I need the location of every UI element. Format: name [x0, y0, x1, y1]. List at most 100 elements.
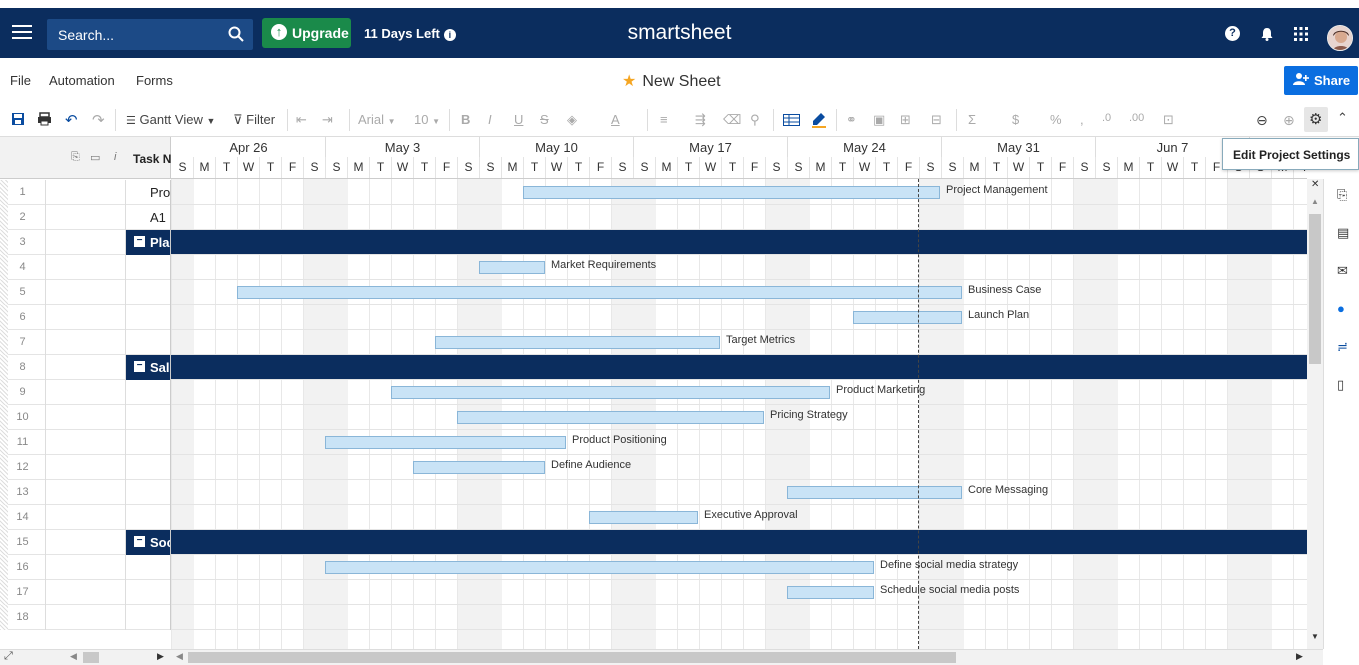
currency-icon[interactable]: $: [1012, 112, 1019, 127]
row-icon-cells[interactable]: [46, 330, 126, 355]
row-number[interactable]: 16: [0, 555, 46, 580]
table-row[interactable]: 15 −Social: [0, 530, 1307, 555]
increase-decimal-icon[interactable]: .00: [1129, 112, 1144, 124]
font-family-select[interactable]: Arial ▼: [358, 112, 396, 127]
row-number[interactable]: 4: [0, 255, 46, 280]
row-number[interactable]: 10: [0, 405, 46, 430]
favorite-star-icon[interactable]: ★: [622, 73, 636, 90]
row-number[interactable]: 18: [0, 605, 46, 630]
row-icon-cells[interactable]: [46, 505, 126, 530]
percent-icon[interactable]: %: [1050, 112, 1062, 127]
row-number[interactable]: 6: [0, 305, 46, 330]
user-avatar[interactable]: [1327, 25, 1353, 51]
gantt-toggle-icon[interactable]: [783, 114, 800, 126]
fill-color-icon[interactable]: ◈: [567, 112, 577, 128]
task-name-cell[interactable]: [126, 480, 171, 505]
row-number[interactable]: 13: [0, 480, 46, 505]
row-number[interactable]: 14: [0, 505, 46, 530]
row-number[interactable]: 3: [0, 230, 46, 255]
task-name-cell[interactable]: [126, 305, 171, 330]
task-name-cell[interactable]: A1: [126, 205, 171, 230]
table-row[interactable]: 17: [0, 580, 1307, 605]
summary-icon[interactable]: ▯: [1337, 377, 1344, 393]
close-gantt-icon[interactable]: ✕: [1311, 179, 1319, 190]
task-name-cell[interactable]: [126, 605, 171, 630]
task-name-cell[interactable]: [126, 405, 171, 430]
row-icon-cells[interactable]: [46, 205, 126, 230]
table-row[interactable]: 10: [0, 405, 1307, 430]
row-icon-cells[interactable]: [46, 280, 126, 305]
table-row[interactable]: 18: [0, 605, 1307, 630]
text-color-icon[interactable]: A: [611, 112, 620, 127]
task-name-cell[interactable]: [126, 580, 171, 605]
row-icon-cells[interactable]: [46, 230, 126, 255]
task-name-cell[interactable]: −Sales: [126, 355, 171, 380]
gantt-scroll-left-icon[interactable]: ◀: [176, 651, 183, 662]
table-row[interactable]: 5: [0, 280, 1307, 305]
grid-scroll-left-icon[interactable]: ◀: [70, 651, 77, 662]
row-number[interactable]: 8: [0, 355, 46, 380]
clear-format-icon[interactable]: ⌫: [723, 112, 741, 128]
expand-icon[interactable]: ⤢: [4, 650, 13, 663]
image-icon[interactable]: ▣: [873, 112, 885, 128]
collapse-toolbar-icon[interactable]: ⌃: [1337, 110, 1348, 126]
insert-row-icon[interactable]: ⊞: [900, 112, 911, 128]
bold-icon[interactable]: B: [461, 112, 470, 127]
underline-icon[interactable]: U: [514, 112, 523, 127]
vertical-scroll-thumb[interactable]: [1309, 214, 1321, 364]
print-icon[interactable]: [37, 112, 52, 126]
task-name-cell[interactable]: [126, 280, 171, 305]
outdent-icon[interactable]: ⇤: [296, 112, 307, 128]
strikethrough-icon[interactable]: S: [540, 112, 549, 127]
sum-icon[interactable]: Σ: [968, 112, 976, 127]
format-painter-icon[interactable]: ⚲: [750, 112, 760, 128]
table-row[interactable]: 11: [0, 430, 1307, 455]
table-row[interactable]: 14: [0, 505, 1307, 530]
table-row[interactable]: 13: [0, 480, 1307, 505]
menu-forms[interactable]: Forms: [136, 73, 173, 88]
table-row[interactable]: 16: [0, 555, 1307, 580]
task-name-cell[interactable]: [126, 430, 171, 455]
view-selector[interactable]: ☰ Gantt View ▼: [126, 112, 215, 127]
row-number[interactable]: 12: [0, 455, 46, 480]
row-icon-cells[interactable]: [46, 480, 126, 505]
task-name-cell[interactable]: [126, 555, 171, 580]
vertical-scrollbar[interactable]: ✕ ▲ ▼: [1307, 179, 1323, 649]
task-name-header[interactable]: Task Name: [133, 152, 171, 166]
grid-scroll-right-icon[interactable]: ▶: [157, 651, 164, 662]
task-name-cell[interactable]: [126, 380, 171, 405]
align-icon[interactable]: ≡: [660, 112, 668, 127]
row-icon-cells[interactable]: [46, 180, 126, 205]
comments-column-icon[interactable]: ▭: [90, 151, 100, 164]
row-icon-cells[interactable]: [46, 255, 126, 280]
collapse-icon[interactable]: −: [134, 536, 145, 547]
thousands-icon[interactable]: ,: [1080, 112, 1084, 127]
attachment-column-icon[interactable]: ⎘: [71, 151, 80, 164]
update-requests-icon[interactable]: ✉: [1337, 263, 1348, 279]
task-name-cell[interactable]: [126, 505, 171, 530]
notifications-bell-icon[interactable]: [1259, 26, 1275, 42]
gantt-scroll-thumb[interactable]: [188, 652, 956, 663]
row-icon-cells[interactable]: [46, 405, 126, 430]
link-icon[interactable]: ⚭: [846, 112, 857, 128]
filter-button[interactable]: ⊽ Filter: [233, 112, 275, 128]
table-row[interactable]: 3 −Plan: [0, 230, 1307, 255]
project-settings-button[interactable]: ⚙: [1304, 107, 1328, 132]
column-icon[interactable]: ⊟: [931, 112, 942, 128]
task-name-cell[interactable]: −Social: [126, 530, 171, 555]
task-name-cell[interactable]: [126, 255, 171, 280]
row-icon-cells[interactable]: [46, 580, 126, 605]
menu-file[interactable]: File: [10, 73, 31, 88]
row-icon-cells[interactable]: [46, 305, 126, 330]
row-number[interactable]: 17: [0, 580, 46, 605]
row-icon-cells[interactable]: [46, 530, 126, 555]
grid-scroll-thumb[interactable]: [83, 652, 99, 663]
app-launcher-icon[interactable]: [1293, 26, 1309, 42]
table-row[interactable]: 8 −Sales: [0, 355, 1307, 380]
italic-icon[interactable]: I: [488, 112, 492, 127]
row-icon-cells[interactable]: [46, 555, 126, 580]
zoom-in-icon[interactable]: ⊕: [1283, 112, 1295, 129]
row-number[interactable]: 9: [0, 380, 46, 405]
help-icon[interactable]: ?: [1225, 26, 1240, 41]
row-icon-cells[interactable]: [46, 430, 126, 455]
